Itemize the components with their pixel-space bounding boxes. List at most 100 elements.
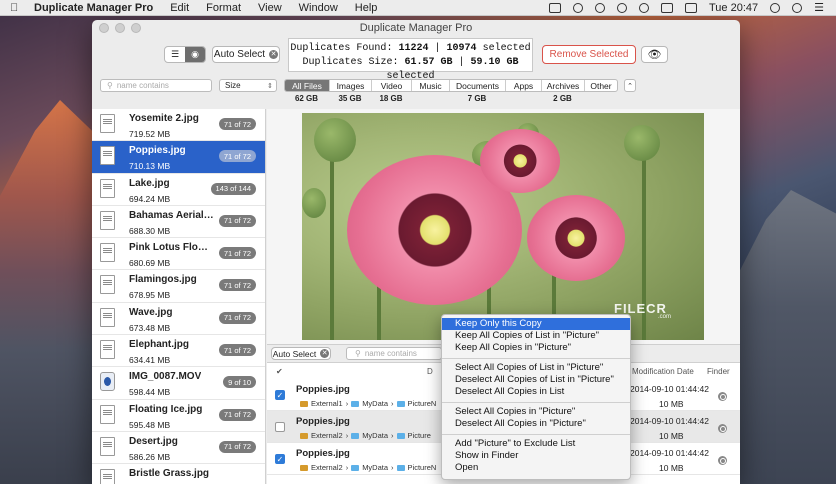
- preview-view-icon[interactable]: ◉: [185, 47, 205, 62]
- menu-format[interactable]: Format: [206, 2, 241, 14]
- volume-icon[interactable]: [638, 2, 649, 13]
- reveal-in-finder-icon[interactable]: [718, 424, 727, 433]
- file-list-item[interactable]: Pink Lotus Flower.... 680.69 MB 71 of 72: [92, 238, 265, 271]
- context-menu-item[interactable]: Deselect All Copies in List: [442, 386, 630, 398]
- context-menu-item[interactable]: Select All Copies in "Picture": [442, 406, 630, 418]
- col-header-d[interactable]: D: [427, 364, 433, 378]
- col-header-check[interactable]: ✔: [276, 364, 283, 378]
- reveal-in-finder-icon[interactable]: [718, 392, 727, 401]
- tab-video[interactable]: Video: [372, 80, 412, 91]
- context-menu-item[interactable]: Open: [442, 462, 630, 474]
- menu-help[interactable]: Help: [355, 2, 378, 14]
- context-menu-item[interactable]: Select All Copies of List in "Picture": [442, 362, 630, 374]
- size-archives: 2 GB: [553, 94, 572, 103]
- copies-auto-select-button[interactable]: Auto Select ✕: [271, 347, 331, 360]
- copies-badge: 143 of 144: [210, 182, 256, 195]
- clear-auto-select-icon[interactable]: ✕: [269, 50, 279, 59]
- drive-icon: [300, 432, 308, 439]
- copies-badge: 71 of 72: [218, 214, 256, 227]
- copy-checkbox[interactable]: ✓: [275, 454, 285, 464]
- close-window-button[interactable]: [99, 23, 109, 33]
- file-name: IMG_0087.MOV: [129, 371, 202, 383]
- menu-extras: Tue 20:47 ☰: [548, 1, 836, 14]
- image-file-icon: [100, 146, 115, 166]
- time-machine-icon[interactable]: [572, 2, 583, 13]
- file-name: Elephant.jpg: [129, 339, 189, 351]
- flag-icon[interactable]: [684, 2, 697, 13]
- poppy-bud: [314, 118, 356, 162]
- poppy-bud: [624, 125, 660, 161]
- name-contains-input[interactable]: ⚲ name contains: [100, 79, 212, 92]
- zoom-window-button[interactable]: [131, 23, 141, 33]
- file-name: Bristle Grass.jpg: [129, 468, 210, 480]
- context-menu-item[interactable]: Keep All Copies of List in "Picture": [442, 330, 630, 342]
- list-view-icon[interactable]: ☰: [165, 47, 185, 62]
- apple-menu-icon[interactable]: : [10, 2, 24, 14]
- copies-badge: 71 of 72: [218, 247, 256, 260]
- status-app-icon[interactable]: [548, 2, 561, 13]
- image-file-icon: [100, 307, 115, 327]
- context-menu-item[interactable]: Keep Only this Copy: [442, 318, 630, 330]
- file-list-item[interactable]: Poppies.jpg 710.13 MB 71 of 72: [92, 141, 265, 174]
- wifi-icon[interactable]: [616, 2, 627, 13]
- image-file-icon: [100, 275, 115, 295]
- folder-icon: [396, 432, 405, 439]
- path-chevron-icon: ›: [345, 431, 349, 440]
- clear-copies-auto-select-icon[interactable]: ✕: [320, 349, 330, 358]
- tab-archives[interactable]: Archives: [542, 80, 585, 91]
- notification-center-icon[interactable]: ☰: [814, 1, 824, 14]
- file-list-item[interactable]: Yosemite 2.jpg 719.52 MB 71 of 72: [92, 109, 265, 142]
- file-list-item[interactable]: Bristle Grass.jpg: [92, 464, 265, 484]
- file-list-item[interactable]: Bahamas Aerial.jpg 688.30 MB 71 of 72: [92, 206, 265, 239]
- file-list-item[interactable]: Wave.jpg 673.48 MB 71 of 72: [92, 303, 265, 336]
- remove-selected-button[interactable]: Remove Selected: [542, 45, 636, 64]
- menu-edit[interactable]: Edit: [170, 2, 189, 14]
- context-menu-item[interactable]: Show in Finder: [442, 450, 630, 462]
- context-menu-item[interactable]: Add "Picture" to Exclude List: [442, 438, 630, 450]
- bluetooth-icon[interactable]: [594, 2, 605, 13]
- tab-documents[interactable]: Documents: [450, 80, 506, 91]
- duplicate-file-list[interactable]: Yosemite 2.jpg 719.52 MB 71 of 72 Poppies.j…: [92, 109, 266, 484]
- tab-other[interactable]: Other: [585, 80, 617, 91]
- battery-icon[interactable]: [660, 2, 673, 13]
- menu-window[interactable]: Window: [299, 2, 338, 14]
- menu-separator: [442, 402, 630, 403]
- spotlight-search-icon[interactable]: [792, 2, 803, 13]
- file-list-item[interactable]: Lake.jpg 694.24 MB 143 of 144: [92, 174, 265, 206]
- filter-bar: ⚲ name contains Size ⇕ All Files Images …: [92, 78, 740, 108]
- copies-badge: 71 of 72: [218, 279, 256, 292]
- context-menu-item[interactable]: Deselect All Copies in "Picture": [442, 418, 630, 430]
- collapse-chevron-icon[interactable]: ⌃: [624, 79, 636, 92]
- file-list-item[interactable]: Floating Ice.jpg 595.48 MB 71 of 72: [92, 400, 265, 432]
- stats-line-found: Duplicates Found: 11224 | 10974 selected: [290, 43, 531, 54]
- eye-icon[interactable]: 👁: [641, 46, 668, 63]
- copies-badge: 71 of 72: [218, 344, 256, 357]
- auto-select-button[interactable]: Auto Select ✕: [212, 46, 280, 63]
- clock[interactable]: Tue 20:47: [709, 2, 758, 14]
- context-menu-item[interactable]: Deselect All Copies of List in "Picture": [442, 374, 630, 386]
- menu-app-name[interactable]: Duplicate Manager Pro: [34, 2, 153, 14]
- minimize-window-button[interactable]: [115, 23, 125, 33]
- col-header-finder[interactable]: Finder: [707, 364, 730, 378]
- title-bar: Duplicate Manager Pro: [92, 20, 740, 36]
- tab-music[interactable]: Music: [412, 80, 450, 91]
- file-list-item[interactable]: Elephant.jpg 634.41 MB 71 of 72: [92, 335, 265, 368]
- preview-image: FILECR .com: [302, 113, 704, 340]
- file-list-item[interactable]: Flamingos.jpg 678.95 MB 71 of 72: [92, 270, 265, 303]
- user-icon[interactable]: [770, 2, 781, 13]
- size-select[interactable]: Size ⇕: [219, 79, 277, 92]
- copy-name: Poppies.jpg: [296, 448, 350, 459]
- copies-search-input[interactable]: ⚲ name contains: [346, 347, 442, 360]
- file-list-item[interactable]: IMG_0087.MOV 598.44 MB 9 of 10: [92, 367, 265, 400]
- col-header-modification-date[interactable]: Modification Date: [632, 364, 694, 378]
- copy-checkbox[interactable]: ✓: [275, 390, 285, 400]
- reveal-in-finder-icon[interactable]: [718, 456, 727, 465]
- copy-checkbox[interactable]: [275, 422, 285, 432]
- file-list-item[interactable]: Desert.jpg 586.26 MB 71 of 72: [92, 432, 265, 465]
- tab-all-files[interactable]: All Files: [285, 80, 330, 91]
- context-menu-item[interactable]: Keep All Copies in "Picture": [442, 342, 630, 354]
- tab-apps[interactable]: Apps: [506, 80, 542, 91]
- file-name: Lake.jpg: [129, 177, 170, 189]
- tab-images[interactable]: Images: [330, 80, 372, 91]
- menu-view[interactable]: View: [258, 2, 282, 14]
